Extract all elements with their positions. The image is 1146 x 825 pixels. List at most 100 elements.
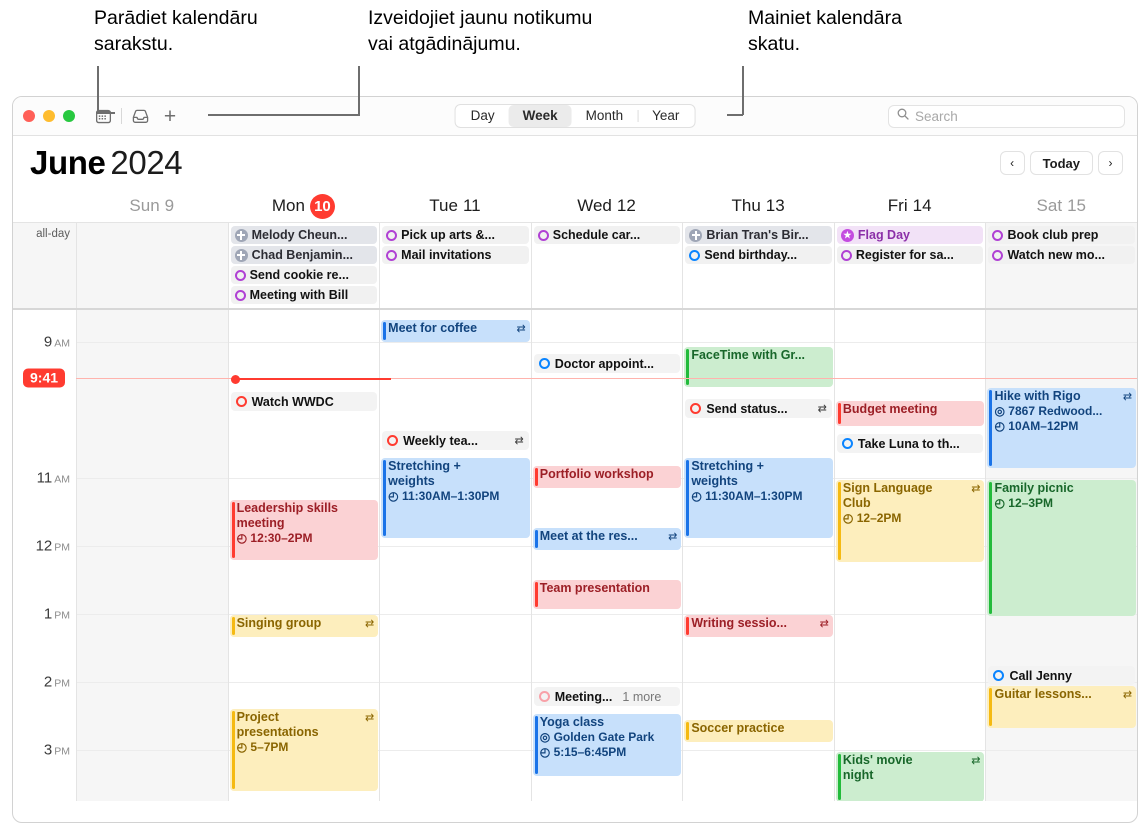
time-label: 9 AM xyxy=(44,334,70,351)
all-day-column-wed[interactable]: Schedule car... xyxy=(530,223,683,308)
checkbox-ring-icon[interactable] xyxy=(992,229,1004,241)
event-color-bar xyxy=(989,390,993,466)
all-day-event[interactable]: Register for sa... xyxy=(836,246,984,264)
all-day-event[interactable]: Pick up arts &... xyxy=(382,226,529,244)
checkbox-ring-icon[interactable] xyxy=(234,289,246,301)
current-time-dot xyxy=(231,374,240,384)
all-day-column-fri[interactable]: ★ Flag Day Register for sa... xyxy=(833,223,986,308)
all-day-column-thu[interactable]: Brian Tran's Bir... Send birthday... xyxy=(682,223,834,308)
day-header-sat[interactable]: Sat 15 xyxy=(985,190,1137,222)
all-day-column-tue[interactable]: Pick up arts &... Mail invitations xyxy=(379,223,531,308)
calendar-event[interactable]: Family picnic ◴ 12–3PM xyxy=(987,480,1137,616)
calendar-event[interactable]: Budget meeting xyxy=(835,401,985,426)
event-color-bar xyxy=(534,582,538,607)
calendar-event[interactable]: ⇄ Guitar lessons... xyxy=(987,686,1137,728)
all-day-event[interactable]: Schedule car... xyxy=(533,226,681,244)
all-day-event-title: Send cookie re... xyxy=(249,268,349,282)
day-column-fri[interactable]: Budget meeting Take Luna to th... ⇄ Sign La… xyxy=(833,310,986,801)
day-name: Wed xyxy=(577,196,612,215)
calendar-event[interactable]: Stretching + weights ◴ 11:30AM–1:30PM xyxy=(684,458,833,538)
all-day-event[interactable]: Meeting with Bill xyxy=(230,286,378,304)
day-column-tue[interactable]: ⇄ Meet for coffee Weekly tea... ⇄ Stretching… xyxy=(379,310,531,801)
day-column-mon[interactable]: Watch WWDC Leadership skills meeting ◴ 12:3… xyxy=(227,310,380,801)
calendar-event[interactable]: ⇄ Writing sessio... xyxy=(684,615,833,637)
event-time: ◴ 12–3PM xyxy=(994,496,1132,511)
day-header-tue[interactable]: Tue 11 xyxy=(379,190,531,222)
day-header-fri[interactable]: Fri 14 xyxy=(834,190,986,222)
checkbox-ring-icon[interactable] xyxy=(992,249,1004,261)
today-badge: 10 xyxy=(309,193,335,219)
time-text: 11:30AM–1:30PM xyxy=(705,489,803,503)
checkbox-ring-icon[interactable] xyxy=(235,396,247,407)
checkbox-ring-icon[interactable] xyxy=(690,403,702,414)
page-title: June 2024 xyxy=(30,144,183,182)
reminder-chip[interactable]: Take Luna to th... xyxy=(836,434,984,453)
day-header-wed[interactable]: Wed 12 xyxy=(531,190,683,222)
all-day-event[interactable]: Send cookie re... xyxy=(230,266,378,284)
day-column-wed[interactable]: Doctor appoint... Portfolio workshop ⇄ Meet… xyxy=(530,310,683,801)
next-period-button[interactable]: › xyxy=(1098,151,1123,175)
calendar-event[interactable]: Leadership skills meeting ◴ 12:30–2PM xyxy=(229,500,379,560)
checkbox-ring-icon[interactable] xyxy=(993,670,1005,681)
checkbox-ring-icon[interactable] xyxy=(841,438,853,449)
calendar-event[interactable]: ⇄ Project presentations ◴ 5–7PM xyxy=(229,709,379,791)
all-day-column-mon[interactable]: Melody Cheun... Chad Benjamin... Send cook… xyxy=(227,223,380,308)
day-header-mon[interactable]: Mon 10 xyxy=(228,190,380,222)
day-column-sun[interactable] xyxy=(76,310,228,801)
calendar-event[interactable]: Team presentation xyxy=(532,580,682,609)
calendar-event[interactable]: Yoga class ◎ Golden Gate Park ◴ 5:15–6:45P… xyxy=(532,714,682,776)
calendar-event[interactable]: ⇄ Kids' movie night xyxy=(835,752,985,801)
day-header-thu[interactable]: Thu 13 xyxy=(682,190,834,222)
checkbox-ring-icon[interactable] xyxy=(386,229,398,241)
calendar-event[interactable]: Stretching + weights ◴ 11:30AM–1:30PM xyxy=(381,458,530,538)
time-text: 10AM–12PM xyxy=(1008,419,1079,433)
calendar-event[interactable]: Portfolio workshop xyxy=(532,466,682,488)
reminder-title: Doctor appoint... xyxy=(554,356,655,371)
checkbox-ring-icon[interactable] xyxy=(840,249,852,261)
checkbox-ring-icon[interactable] xyxy=(386,249,398,261)
day-header-sun[interactable]: Sun 9 xyxy=(76,190,228,222)
reminder-chip[interactable]: Weekly tea... ⇄ xyxy=(382,431,529,450)
location-text: Golden Gate Park xyxy=(553,730,655,744)
all-day-event[interactable]: Watch new mo... xyxy=(988,246,1136,264)
reminder-chip[interactable]: Watch WWDC xyxy=(230,392,378,411)
all-day-event[interactable]: Mail invitations xyxy=(382,246,529,264)
time-text: 5–7PM xyxy=(250,740,289,754)
calendar-event[interactable]: ⇄ Meet for coffee xyxy=(381,320,530,342)
repeat-icon: ⇄ xyxy=(364,712,375,724)
calendar-event[interactable]: ⇄ Singing group xyxy=(229,615,379,637)
all-day-event-title: Flag Day xyxy=(857,228,910,242)
checkbox-ring-icon[interactable] xyxy=(538,691,550,702)
previous-period-button[interactable]: ‹ xyxy=(999,151,1025,175)
checkbox-ring-icon[interactable] xyxy=(538,358,550,369)
more-events-label[interactable]: 1 more xyxy=(622,690,661,704)
day-column-sat[interactable]: ⇄ Hike with Rigo ◎ 7867 Redwood... ◴ 10AM–1… xyxy=(985,310,1137,801)
all-day-event[interactable]: ★ Flag Day xyxy=(836,226,984,244)
all-day-event[interactable]: Send birthday... xyxy=(685,246,832,264)
all-day-column-sat[interactable]: Book club prep Watch new mo... xyxy=(985,223,1137,308)
checkbox-ring-icon[interactable] xyxy=(387,435,399,446)
checkbox-ring-icon[interactable] xyxy=(537,229,549,241)
reminder-chip[interactable]: Meeting... 1 more xyxy=(533,687,681,706)
calendar-event[interactable]: ⇄ Meet at the res... xyxy=(532,528,682,550)
checkbox-ring-icon[interactable] xyxy=(234,269,246,281)
calendar-event[interactable]: Soccer practice xyxy=(684,720,833,742)
reminder-chip[interactable]: Doctor appoint... xyxy=(533,354,681,373)
location-pin-icon: ◎ xyxy=(539,730,551,744)
checkbox-ring-icon[interactable] xyxy=(689,249,701,261)
today-button[interactable]: Today xyxy=(1029,151,1093,175)
reminder-chip[interactable]: Send status... ⇄ xyxy=(685,399,832,418)
calendar-event[interactable]: FaceTime with Gr... xyxy=(684,347,833,387)
event-color-bar xyxy=(686,460,690,536)
all-day-event[interactable]: Chad Benjamin... xyxy=(230,246,378,264)
all-day-event[interactable]: Melody Cheun... xyxy=(230,226,378,244)
day-column-thu[interactable]: FaceTime with Gr... Send status... ⇄ Stretc… xyxy=(682,310,834,801)
reminder-chip[interactable]: Call Jenny xyxy=(988,666,1136,685)
all-day-event[interactable]: Book club prep xyxy=(988,226,1136,244)
calendar-event[interactable]: ⇄ Hike with Rigo ◎ 7867 Redwood... ◴ 10AM–1… xyxy=(987,388,1137,468)
calendar-event[interactable]: ⇄ Sign Language Club ◴ 12–2PM xyxy=(835,480,985,562)
all-day-event[interactable]: Brian Tran's Bir... xyxy=(685,226,832,244)
all-day-column-sun[interactable] xyxy=(76,223,228,308)
reminder-title: Meeting... xyxy=(554,689,613,704)
event-color-bar xyxy=(686,617,690,635)
